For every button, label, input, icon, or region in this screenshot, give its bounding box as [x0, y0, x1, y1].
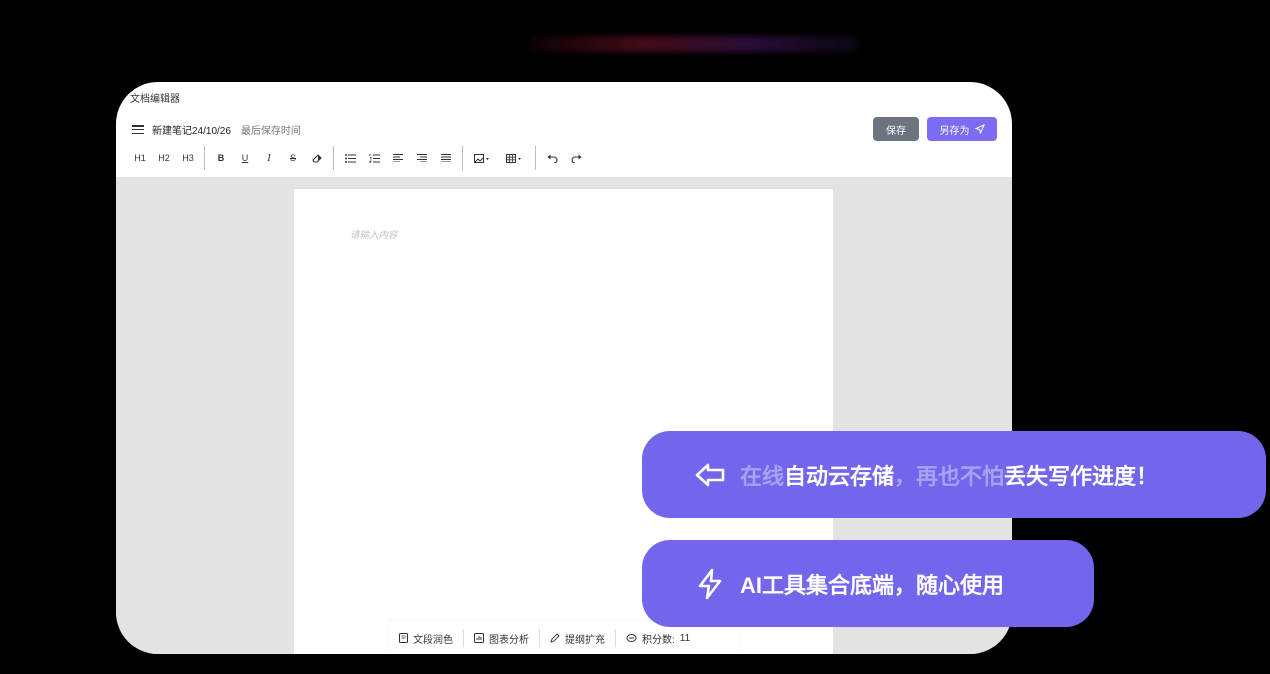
document-name[interactable]: 新建笔记24/10/26 [152, 122, 231, 137]
align-right-icon[interactable] [410, 147, 434, 169]
numbered-list-icon[interactable] [362, 147, 386, 169]
save-button[interactable]: 保存 [873, 117, 919, 141]
lightning-icon [694, 568, 726, 600]
pencil-icon [550, 633, 560, 643]
chart-analysis-tool[interactable]: 图表分析 [464, 629, 540, 647]
toolbar-divider [333, 146, 334, 170]
pill1-text: 在线自动云存储，再也不怕丢失写作进度！ [740, 459, 1158, 491]
top-glow-decoration [530, 36, 860, 52]
save-as-button[interactable]: 另存为 [927, 117, 997, 141]
arrow-left-icon [694, 459, 726, 491]
toolbar-divider [535, 146, 536, 170]
pill1-part3: ，再也不怕 [894, 463, 1005, 489]
document-header: 新建笔记24/10/26 最后保存时间 [132, 122, 301, 137]
pill1-part1: 在线 [740, 463, 785, 489]
toolbar-divider [462, 146, 463, 170]
pill2-text: AI工具集合底端，随心使用 [740, 572, 1005, 598]
strikethrough-icon[interactable]: S [281, 147, 305, 169]
menu-icon[interactable] [132, 125, 144, 134]
chart-label: 图表分析 [489, 634, 529, 646]
chart-icon [474, 633, 484, 643]
bullet-list-icon[interactable] [338, 147, 362, 169]
polish-label: 文段润色 [413, 634, 453, 646]
redo-icon[interactable] [564, 147, 588, 169]
polish-tool[interactable]: 文段润色 [389, 629, 464, 647]
feature-pill-ai-tools: AI工具集合底端，随心使用 [642, 540, 1094, 627]
bold-icon[interactable]: B [209, 147, 233, 169]
undo-icon[interactable] [540, 147, 564, 169]
table-icon[interactable] [497, 147, 531, 169]
outline-label: 提纲扩充 [565, 634, 605, 646]
points-label: 积分数: [642, 634, 675, 646]
outline-expand-tool[interactable]: 提纲扩充 [540, 629, 616, 647]
toolbar-divider [204, 146, 205, 170]
pill1-part2: 自动云存储 [784, 463, 895, 489]
content-placeholder[interactable]: 请输入内容 [350, 227, 398, 241]
eraser-icon[interactable] [305, 147, 329, 169]
pill1-part4: 丢失写作进度！ [1004, 463, 1159, 489]
heading2-button[interactable]: H2 [152, 147, 176, 169]
italic-icon[interactable]: I [257, 147, 281, 169]
save-as-label: 另存为 [939, 125, 970, 137]
points-display: 积分数: 11 [616, 629, 700, 647]
heading1-button[interactable]: H1 [128, 147, 152, 169]
underline-icon[interactable]: U [233, 147, 257, 169]
align-justify-icon[interactable] [434, 147, 458, 169]
align-left-icon[interactable] [386, 147, 410, 169]
feature-pill-cloud-save: 在线自动云存储，再也不怕丢失写作进度！ [642, 431, 1266, 518]
points-icon [626, 634, 637, 642]
points-value: 11 [679, 632, 691, 644]
image-icon[interactable] [467, 147, 497, 169]
save-status: 最后保存时间 [240, 126, 301, 137]
heading3-button[interactable]: H3 [176, 147, 200, 169]
formatting-toolbar: H1 H2 H3 B U I S [128, 146, 588, 170]
document-icon [399, 633, 408, 643]
app-title: 文档编辑器 [130, 94, 180, 105]
send-icon [974, 124, 985, 134]
